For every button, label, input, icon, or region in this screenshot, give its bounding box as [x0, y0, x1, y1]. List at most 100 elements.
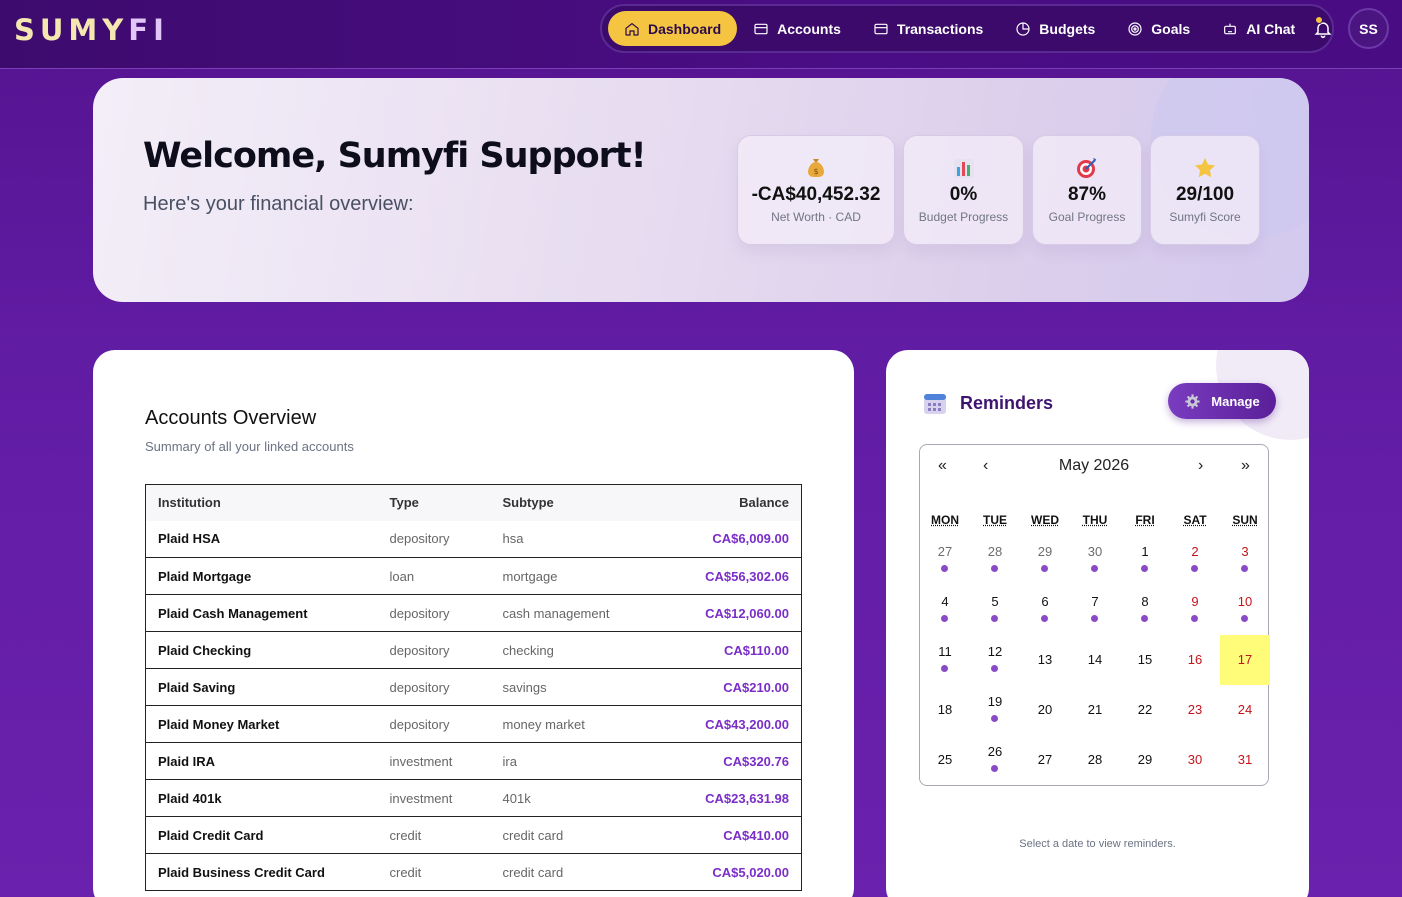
table-row[interactable]: Plaid Saving depository savings CA$210.00 [146, 669, 802, 706]
calendar-day[interactable]: 30 [1070, 535, 1120, 585]
table-row[interactable]: Plaid Cash Management depository cash mana… [146, 595, 802, 632]
calendar-day[interactable]: 3 [1220, 535, 1270, 585]
calendar-day[interactable]: 30 [1170, 735, 1220, 785]
calendar-next-month-button[interactable]: › [1198, 457, 1203, 475]
net-worth-value: -CA$40,452.32 [738, 184, 894, 206]
reminder-dot [1191, 615, 1198, 622]
reminder-dot [941, 565, 948, 572]
calendar-day[interactable]: 13 [1020, 635, 1070, 685]
calendar-day-number: 1 [1120, 544, 1170, 559]
calendar-day[interactable]: 5 [970, 585, 1020, 635]
reminder-dot [1091, 565, 1098, 572]
calendar-day[interactable]: 23 [1170, 685, 1220, 735]
nav-transactions[interactable]: Transactions [857, 11, 999, 46]
calendar-day[interactable]: 24 [1220, 685, 1270, 735]
sumyfi-score-value: 29/100 [1151, 184, 1259, 206]
calendar-day[interactable]: 29 [1020, 535, 1070, 585]
table-row[interactable]: Plaid Business Credit Card credit credit c… [146, 854, 802, 891]
calendar-day[interactable]: 16 [1170, 635, 1220, 685]
notifications-button[interactable] [1313, 11, 1333, 46]
reminder-dot [1141, 615, 1148, 622]
calendar-day-number: 31 [1220, 752, 1270, 767]
calendar-day-number: 25 [920, 752, 970, 767]
calendar-day[interactable]: 26 [970, 735, 1020, 785]
table-row[interactable]: Plaid Credit Card credit credit card CA$410… [146, 817, 802, 854]
calendar-day-number: 8 [1120, 594, 1170, 609]
calendar-day[interactable]: 2 [1170, 535, 1220, 585]
table-row[interactable]: Plaid Money Market depository money market… [146, 706, 802, 743]
table-row[interactable]: Plaid HSA depository hsa CA$6,009.00 [146, 521, 802, 558]
table-row[interactable]: Plaid IRA investment ira CA$320.76 [146, 743, 802, 780]
calendar-day[interactable]: 25 [920, 735, 970, 785]
cell-subtype: 401k [491, 780, 661, 817]
cell-subtype: checking [491, 632, 661, 669]
nav-accounts[interactable]: Accounts [737, 11, 857, 46]
calendar-day[interactable]: 6 [1020, 585, 1070, 635]
goal-progress-label: Goal Progress [1033, 210, 1141, 224]
calendar-day[interactable]: 27 [920, 535, 970, 585]
calendar-day[interactable]: 9 [1170, 585, 1220, 635]
nav-goals[interactable]: Goals [1111, 11, 1206, 46]
cell-type: depository [378, 595, 491, 632]
calendar-day[interactable]: 28 [970, 535, 1020, 585]
cell-institution: Plaid Money Market [146, 706, 378, 743]
calendar-day-number: 11 [920, 644, 970, 659]
calendar-day[interactable]: 22 [1120, 685, 1170, 735]
money-bag-icon: $ [804, 156, 828, 180]
card-icon [873, 21, 889, 37]
cell-institution: Plaid HSA [146, 521, 378, 558]
calendar-day[interactable]: 11 [920, 635, 970, 685]
accounts-overview-card: Accounts Overview Summary of all your li… [93, 350, 854, 897]
calendar-day[interactable]: 20 [1020, 685, 1070, 735]
calendar-day[interactable]: 10 [1220, 585, 1270, 635]
column-header-type[interactable]: Type [378, 485, 491, 521]
calendar-day-today[interactable]: 17 [1220, 635, 1270, 685]
nav-ai-chat-label: AI Chat [1246, 21, 1295, 37]
calendar-day[interactable]: 8 [1120, 585, 1170, 635]
calendar-day[interactable]: 15 [1120, 635, 1170, 685]
user-avatar[interactable]: SS [1348, 8, 1389, 49]
calendar-header: « ‹ May 2026 › » [920, 455, 1268, 481]
table-row[interactable]: Plaid Mortgage loan mortgage CA$56,302.06 [146, 558, 802, 595]
calendar-day-number: 17 [1220, 652, 1270, 667]
calendar-day[interactable]: 27 [1020, 735, 1070, 785]
calendar-day[interactable]: 12 [970, 635, 1020, 685]
calendar-month-label[interactable]: May 2026 [920, 457, 1268, 475]
nav-dashboard[interactable]: Dashboard [608, 11, 737, 46]
table-header-row: Institution Type Subtype Balance [146, 485, 802, 521]
calendar-day[interactable]: 7 [1070, 585, 1120, 635]
calendar-day-number: 5 [970, 594, 1020, 609]
calendar-day[interactable]: 18 [920, 685, 970, 735]
calendar-day[interactable]: 14 [1070, 635, 1120, 685]
cell-subtype: money market [491, 706, 661, 743]
calendar-next-year-button[interactable]: » [1241, 457, 1250, 475]
table-row[interactable]: Plaid Checking depository checking CA$110.0… [146, 632, 802, 669]
calendar-day[interactable]: 28 [1070, 735, 1120, 785]
calendar-day[interactable]: 21 [1070, 685, 1120, 735]
manage-reminders-button[interactable]: Manage [1168, 383, 1276, 419]
column-header-balance[interactable]: Balance [661, 485, 802, 521]
column-header-subtype[interactable]: Subtype [491, 485, 661, 521]
table-row[interactable]: Plaid 401k investment 401k CA$23,631.98 [146, 780, 802, 817]
welcome-title: Welcome, Sumyfi Support! [143, 136, 646, 176]
calendar-day[interactable]: 1 [1120, 535, 1170, 585]
cell-balance: CA$410.00 [661, 817, 802, 854]
calendar-day[interactable]: 19 [970, 685, 1020, 735]
nav-ai-chat[interactable]: AI Chat [1206, 11, 1311, 46]
calendar-day[interactable]: 31 [1220, 735, 1270, 785]
accounts-overview-title: Accounts Overview [145, 407, 316, 430]
svg-text:$: $ [813, 167, 818, 176]
calendar-day[interactable]: 4 [920, 585, 970, 635]
stat-sumyfi-score: 29/100 Sumyfi Score [1150, 135, 1260, 245]
sumyfi-logo[interactable]: SUMYFI [14, 13, 169, 47]
star-icon [1193, 156, 1217, 180]
calendar-day-number: 21 [1070, 702, 1120, 717]
cell-type: credit [378, 817, 491, 854]
robot-icon [1222, 21, 1238, 37]
weekday-header: THU [1070, 513, 1120, 527]
calendar-day[interactable]: 29 [1120, 735, 1170, 785]
nav-transactions-label: Transactions [897, 21, 983, 37]
nav-budgets[interactable]: Budgets [999, 11, 1111, 46]
cell-type: investment [378, 780, 491, 817]
column-header-institution[interactable]: Institution [146, 485, 378, 521]
